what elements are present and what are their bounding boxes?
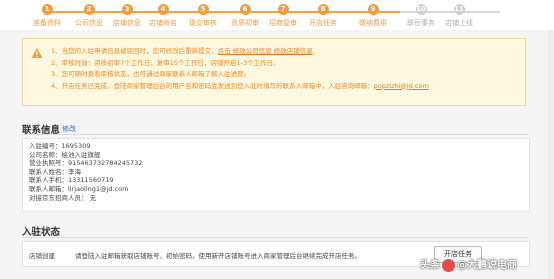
- step-8: 8 开店任务: [300, 4, 346, 28]
- step-number: 4: [157, 4, 169, 15]
- step-number: 8: [317, 4, 329, 15]
- step-label: 店铺上线: [445, 19, 473, 27]
- step-number: 7: [277, 4, 289, 15]
- step-9: 9 缴纳费用: [350, 4, 396, 28]
- step-label: 提交审核: [189, 19, 217, 27]
- status-section-title: 入驻状态: [22, 227, 61, 238]
- contact-info-box: 入驻编号：1695309 公司名称：绘池入驻旗舰 营业执照号：915463732…: [22, 138, 530, 212]
- warning-icon: [31, 48, 43, 58]
- divider: [22, 134, 528, 135]
- step-number: 3: [121, 4, 133, 15]
- notice-box: 1、当您的入驻申请信息被驳回时，您可修改后重新提交，点击 修改公司信息 修改店铺…: [22, 38, 526, 106]
- status-row-desc: 请登陆入驻邮箱获取店铺账号、初始密码，使用新开店铺账号进入商家管理后台继续完成开…: [75, 252, 361, 260]
- contact-row-phone: 联系人手机：13311560719: [29, 176, 114, 185]
- contact-row-email: 联系人邮箱：lirjaoling1@jd.com: [29, 184, 129, 193]
- step-label: 缴纳费用: [359, 19, 387, 27]
- notice-item-3: 3、您可随时查看审核状态，也可通过商家联系人邮箱了解入驻进度。: [51, 70, 251, 78]
- status-row-name: 店铺创建: [29, 252, 55, 260]
- notice-item-4: 4、开店任务已完成，登陆商家管理后台的用户名和密码会发送到您入驻时填写的联系人邮…: [51, 81, 429, 90]
- support-email-link[interactable]: popzizhi@jd.com: [374, 82, 429, 90]
- watermark: 头条 @大鹏说电商: [420, 258, 517, 272]
- contact-row-id: 入驻编号：1695309: [29, 142, 91, 150]
- step-11: 11 店铺上线: [436, 4, 482, 28]
- notice-item-2: 2、审核时效：资质初审7个工作日，复审15个工作日，店铺开启1-3个工作日。: [51, 58, 280, 67]
- contact-row-agent: 对接京东招商人员： 无: [29, 193, 97, 202]
- step-number: 11: [453, 4, 465, 15]
- notice-list: 1、当您的入驻申请信息被驳回时，您可修改后重新提交，点击 修改公司信息 修改店铺…: [51, 46, 429, 92]
- scrollbar[interactable]: [548, 30, 554, 279]
- contact-row-company: 公司名称：绘池入驻旗舰: [29, 150, 101, 159]
- step-label: 准备资料: [33, 19, 61, 27]
- step-number: 1: [41, 4, 53, 15]
- step-label: 开店任务: [309, 19, 337, 27]
- step-number: 10: [415, 4, 427, 15]
- step-number: 5: [197, 4, 209, 15]
- watermark-logo-icon: [442, 258, 455, 272]
- step-5: 5 提交审核: [180, 4, 226, 28]
- notice-item-1: 1、当您的入驻申请信息被驳回时，您可修改后重新提交，点击 修改公司信息 修改店铺…: [51, 47, 313, 55]
- contact-row-license: 营业执照号：915463732784245732: [29, 159, 143, 168]
- step-1: 1 准备资料: [24, 4, 70, 28]
- step-number: 2: [83, 4, 95, 15]
- contact-edit-link[interactable]: 修改: [62, 124, 76, 134]
- progress-steps: 1 准备资料 2 公司信息 3 店铺信息 4 店铺命名 5 提交审核 6 资质初审 7 招商复审 8 开店任务…: [0, 0, 554, 30]
- step-number: 9: [367, 4, 379, 15]
- step-number: 6: [239, 4, 251, 15]
- edit-info-link[interactable]: 点击 修改公司信息 修改店铺信息: [218, 47, 313, 55]
- divider: [22, 237, 528, 238]
- page: 1 准备资料 2 公司信息 3 店铺信息 4 店铺命名 5 提交审核 6 资质初审 7 招商复审 8 开店任务…: [0, 0, 554, 279]
